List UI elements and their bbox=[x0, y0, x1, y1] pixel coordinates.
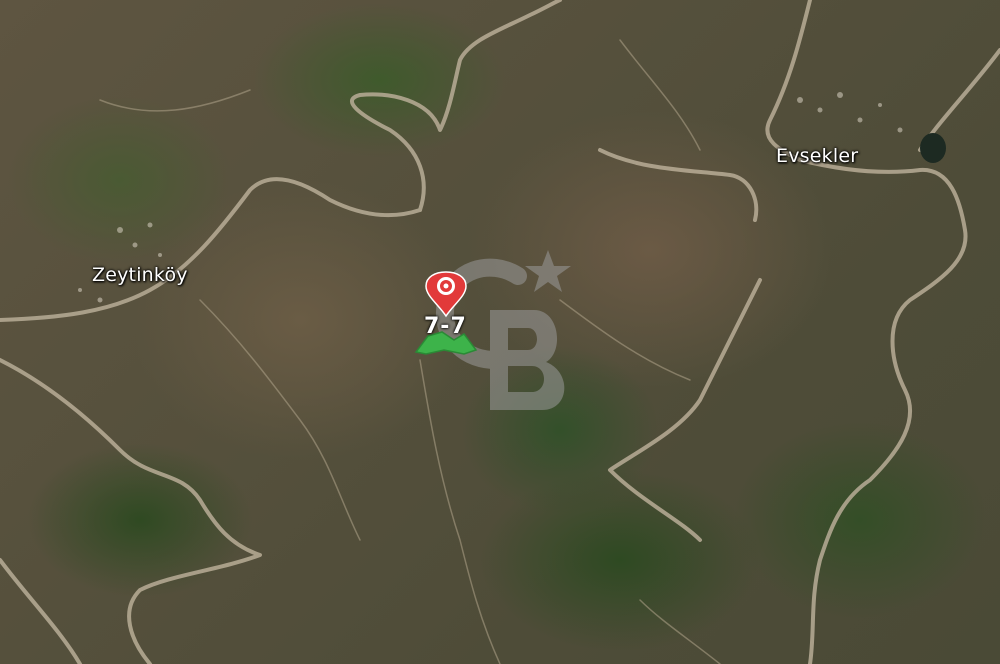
road bbox=[608, 278, 762, 542]
track bbox=[619, 39, 701, 151]
pond bbox=[920, 133, 946, 163]
road bbox=[598, 148, 759, 222]
place-label-zeytinkoy: Zeytinköy bbox=[92, 264, 188, 286]
place-label-evsekler: Evsekler bbox=[776, 145, 859, 167]
road bbox=[350, 0, 562, 212]
track bbox=[199, 299, 361, 541]
road bbox=[0, 358, 262, 664]
road bbox=[0, 177, 422, 322]
satellite-map[interactable]: Zeytinköy Evsekler 7-7 bbox=[0, 0, 1000, 664]
track bbox=[639, 599, 721, 664]
track bbox=[99, 89, 251, 112]
parcel-number-label: 7-7 bbox=[424, 314, 467, 339]
road bbox=[0, 558, 82, 664]
location-pin-icon[interactable] bbox=[420, 270, 472, 318]
